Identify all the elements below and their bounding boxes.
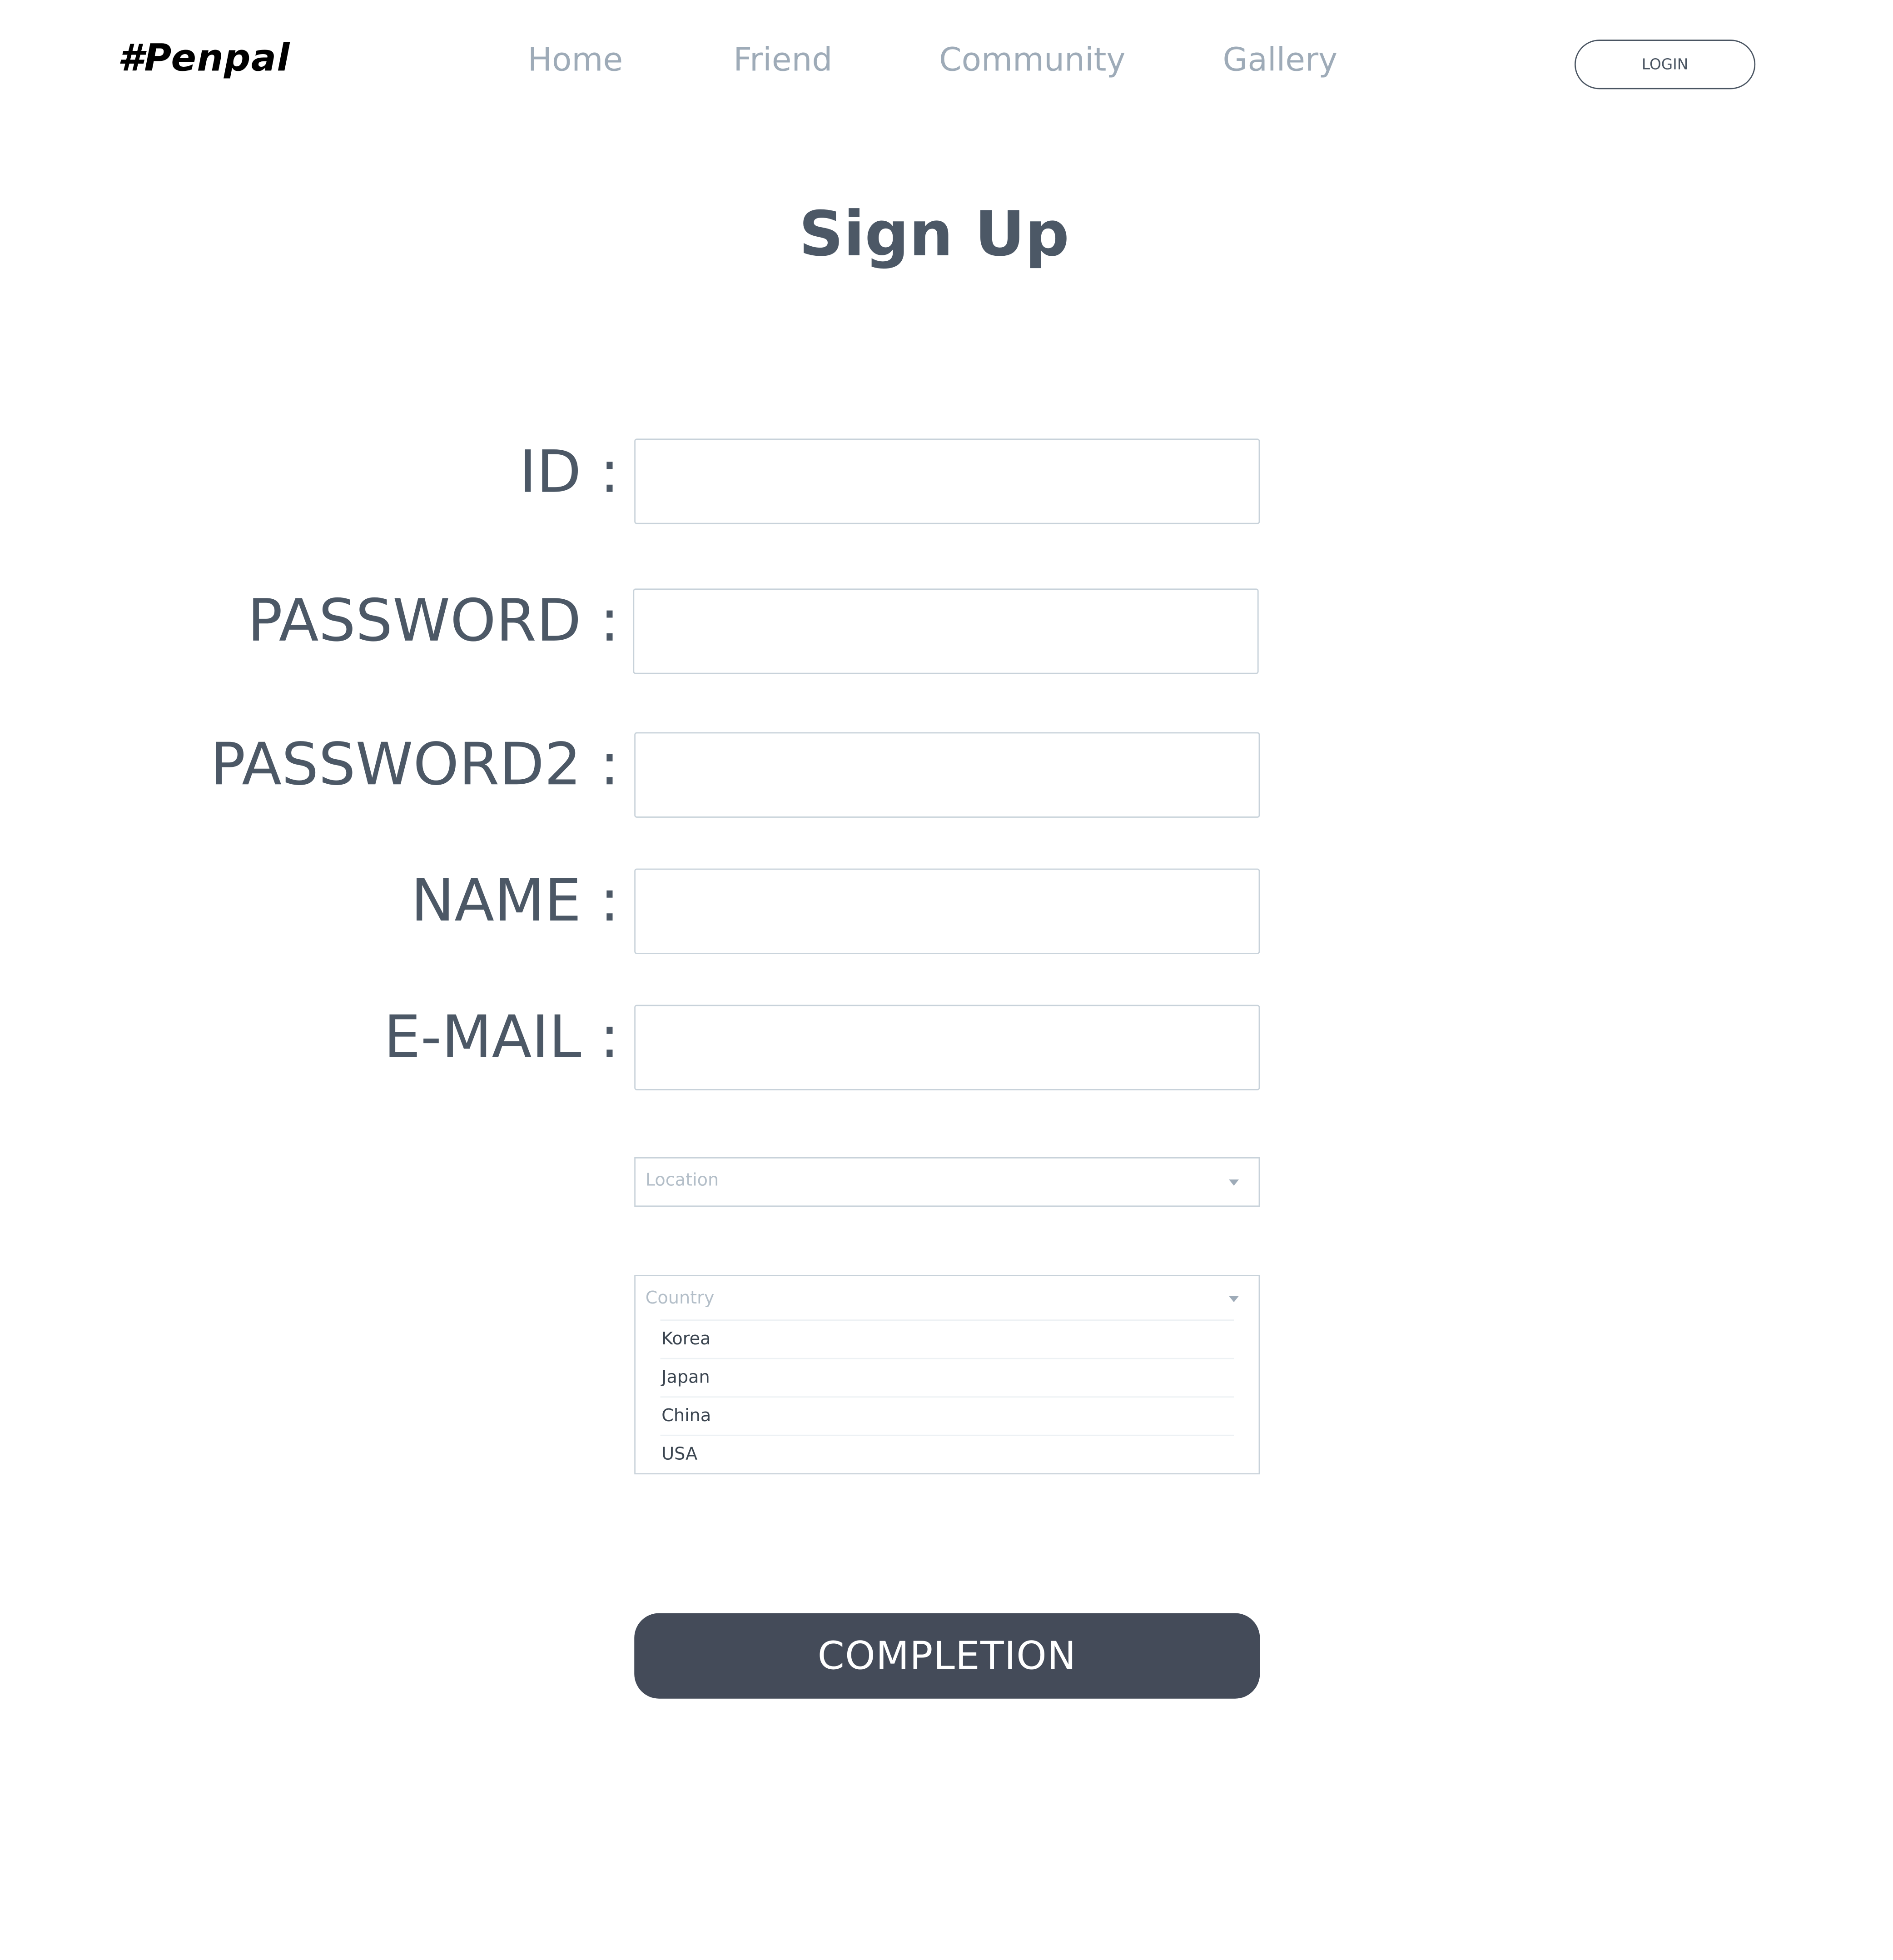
country-select[interactable]: Country Korea Japan China USA — [634, 1275, 1260, 1475]
country-option-list: Korea Japan China USA — [636, 1319, 1259, 1473]
nav-friend[interactable]: Friend — [733, 42, 832, 80]
name-label: NAME : — [411, 867, 620, 935]
chevron-down-icon — [1229, 1179, 1239, 1186]
country-option-usa[interactable]: USA — [660, 1434, 1234, 1473]
chevron-down-icon — [1229, 1296, 1239, 1303]
page-title: Sign Up — [799, 198, 1069, 270]
country-option-korea[interactable]: Korea — [660, 1319, 1234, 1358]
password-input[interactable] — [633, 588, 1259, 674]
login-button[interactable]: LOGIN — [1575, 40, 1756, 90]
password-confirm-label: PASSWORD2 : — [210, 731, 620, 799]
signup-page: #Penpal Home Friend Community Gallery LO… — [0, 0, 1893, 1960]
nav-gallery[interactable]: Gallery — [1223, 42, 1338, 80]
country-select-head[interactable]: Country — [636, 1276, 1259, 1319]
location-select-head[interactable]: Location — [636, 1159, 1259, 1206]
site-logo[interactable]: #Penpal — [118, 37, 290, 80]
location-placeholder: Location — [645, 1171, 719, 1191]
location-select[interactable]: Location — [634, 1157, 1260, 1207]
email-label: E-MAIL : — [383, 1003, 620, 1072]
nav-home[interactable]: Home — [528, 42, 623, 80]
nav-community[interactable]: Community — [939, 42, 1125, 80]
completion-button[interactable]: COMPLETION — [634, 1613, 1260, 1699]
name-input[interactable] — [634, 868, 1260, 954]
password-label: PASSWORD : — [247, 587, 620, 656]
email-input[interactable] — [634, 1005, 1260, 1090]
country-placeholder: Country — [645, 1288, 715, 1308]
password-confirm-input[interactable] — [634, 732, 1260, 818]
id-input[interactable] — [634, 438, 1260, 524]
country-option-japan[interactable]: Japan — [660, 1358, 1234, 1397]
id-label: ID : — [519, 438, 620, 507]
country-option-china[interactable]: China — [660, 1396, 1234, 1435]
